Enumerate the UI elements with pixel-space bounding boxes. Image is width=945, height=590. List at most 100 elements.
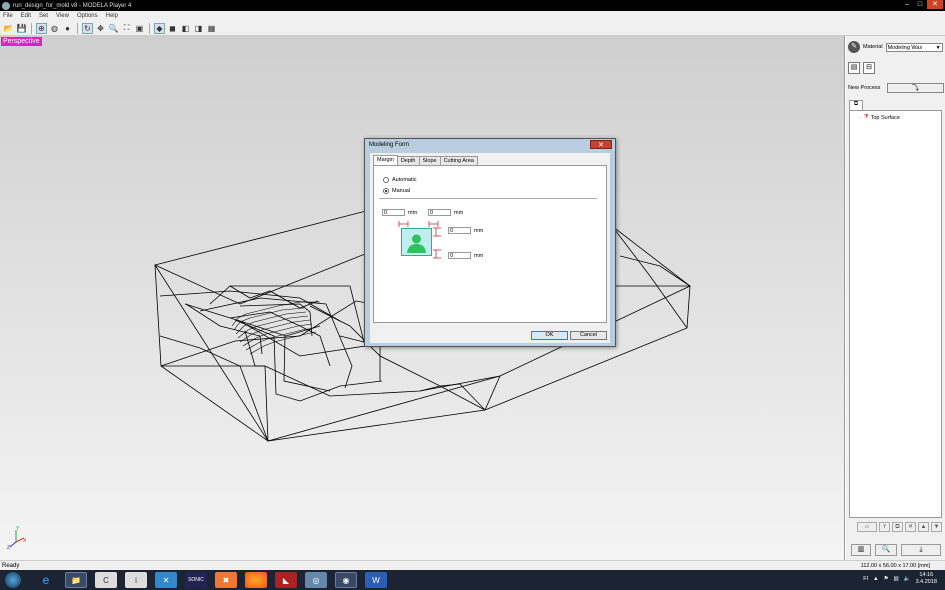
margin-top-unit: mm — [474, 227, 484, 234]
status-text: Ready — [2, 562, 20, 569]
view-back-icon[interactable]: ◨ — [193, 23, 204, 34]
language-indicator[interactable]: FI — [863, 576, 868, 582]
margin-left-input[interactable]: 0 — [382, 209, 405, 216]
radio-automatic[interactable]: Automatic — [383, 177, 416, 183]
tool-icon[interactable]: ⫯ — [879, 522, 890, 532]
globe-icon[interactable]: ◍ — [49, 23, 60, 34]
ie-icon[interactable]: e — [35, 572, 57, 588]
cut-icon[interactable]: ⤓ — [901, 544, 941, 556]
radio-manual[interactable]: Manual — [383, 188, 410, 194]
cancel-button[interactable]: Cancel — [570, 331, 607, 340]
view-side-icon[interactable]: ◧ — [180, 23, 191, 34]
margin-top-input[interactable]: 0 — [448, 227, 471, 234]
margin-right-field: 0 mm — [428, 209, 463, 216]
info-icon[interactable]: i — [125, 572, 147, 588]
edit-process-icon[interactable]: ▱ — [857, 522, 877, 532]
firefox-icon[interactable] — [245, 572, 267, 588]
view-front-icon[interactable]: ◼ — [167, 23, 178, 34]
sonic-icon[interactable]: SONIC — [185, 572, 207, 588]
flag-icon[interactable]: ⚑ — [884, 576, 889, 582]
menu-set[interactable]: Set — [39, 13, 48, 19]
explorer-icon[interactable]: 📁 — [65, 572, 87, 588]
process-list-icon[interactable]: ▤ — [848, 62, 860, 74]
delete-icon[interactable]: ✕ — [905, 522, 916, 532]
preview-icon[interactable]: ▥ — [851, 544, 871, 556]
margin-right-input[interactable]: 0 — [428, 209, 451, 216]
clock-date: 3.4.2018 — [915, 579, 937, 585]
copy-icon[interactable]: ⧉ — [892, 522, 903, 532]
sphere-icon[interactable]: ● — [62, 23, 73, 34]
margin-panel: Automatic Manual 0 mm 0 mm 0 mm 0 mm — [373, 165, 607, 323]
tree-branch-icon: ·· — [858, 114, 862, 121]
menu-view[interactable]: View — [56, 13, 69, 19]
network-icon[interactable]: ▥ — [894, 576, 899, 582]
menu-edit[interactable]: Edit — [21, 13, 31, 19]
tab-cutting-area[interactable]: Cutting Area — [439, 156, 478, 165]
process-icon: ⧩ — [863, 114, 869, 120]
app-blue-icon[interactable]: ✕ — [155, 572, 177, 588]
maximize-button[interactable]: □ — [914, 0, 926, 9]
volume-icon[interactable]: 🔈 — [904, 576, 911, 582]
margin-bottom-field: 0 mm — [448, 252, 483, 259]
view-iso-icon[interactable]: ◆ — [154, 22, 165, 34]
menu-file[interactable]: File — [3, 13, 13, 19]
model-dimensions: 112.00 x 56.00 x 17.00 [mm] — [860, 562, 930, 569]
cad-icon[interactable]: ◣ — [275, 572, 297, 588]
fit-icon[interactable]: ⛶ — [121, 23, 132, 34]
dialog-title: Modeling Form — [369, 142, 410, 148]
view-all-icon[interactable]: ⊕ — [36, 22, 47, 34]
ok-button[interactable]: OK — [531, 331, 568, 340]
window-title: run_design_for_mold v8 - MODELA Player 4 — [13, 2, 132, 9]
zoom-box-icon[interactable]: ▣ — [134, 23, 145, 34]
tab-depth[interactable]: Depth — [396, 156, 420, 165]
material-row: ✎ Material Modeling Wax ▼ — [848, 41, 943, 53]
margin-bottom-input[interactable]: 0 — [448, 252, 471, 259]
toolbar-separator — [77, 22, 78, 34]
view-grid-icon[interactable]: ▦ — [206, 23, 217, 34]
axis-indicator: Y X Z — [7, 526, 27, 549]
zoom-icon[interactable]: 🔍 — [108, 23, 119, 34]
simulate-icon[interactable]: 🔍 — [875, 544, 897, 556]
tree-item-label: Top Surface — [870, 114, 900, 121]
material-settings-icon[interactable]: ✎ — [848, 41, 860, 53]
process-tree-tab[interactable]: ⧉ — [849, 100, 863, 110]
dialog-tabs: Margin Depth Slope Cutting Area — [373, 155, 478, 165]
move-down-icon[interactable]: ▼ — [931, 522, 942, 532]
rotate-icon[interactable]: ↻ — [82, 22, 93, 34]
svg-text:Z: Z — [7, 545, 10, 549]
close-button[interactable]: ✕ — [927, 0, 943, 9]
material-select[interactable]: Modeling Wax ▼ — [885, 42, 943, 52]
svg-text:X: X — [23, 538, 27, 544]
menu-help[interactable]: Help — [106, 13, 118, 19]
process-save-icon[interactable]: ⊟ — [863, 62, 875, 74]
clock[interactable]: 14:16 3.4.2018 — [916, 572, 937, 586]
new-process-button[interactable]: ⤵ — [887, 83, 944, 93]
cutting-tool-icon: ⤵ — [912, 85, 919, 92]
app-window: run_design_for_mold v8 - MODELA Player 4… — [0, 0, 945, 590]
tab-slope[interactable]: Slope — [418, 156, 441, 165]
margin-preview-image — [401, 228, 432, 256]
word-icon[interactable]: W — [365, 572, 387, 588]
move-up-icon[interactable]: ▲ — [918, 522, 929, 532]
system-tray: FI ▲ ⚑ ▥ 🔈 14:16 3.4.2018 — [863, 572, 937, 586]
modeling-form-dialog: Modeling Form ✕ Margin Depth Slope Cutti… — [364, 138, 616, 347]
dialog-close-button[interactable]: ✕ — [590, 140, 612, 149]
start-button[interactable] — [5, 572, 21, 588]
minimize-button[interactable]: – — [901, 0, 913, 9]
preview-model-icon — [405, 231, 428, 253]
xampp-icon[interactable]: ✖ — [215, 572, 237, 588]
pan-icon[interactable]: ✥ — [95, 23, 106, 34]
tray-chevron-icon[interactable]: ▲ — [873, 576, 878, 582]
modela-icon[interactable]: ◎ — [305, 572, 327, 588]
save-icon[interactable]: 💾 — [16, 23, 27, 34]
chrome-icon[interactable]: ◉ — [335, 572, 357, 588]
tab-margin[interactable]: Margin — [373, 155, 398, 165]
window-controls: – □ ✕ — [901, 0, 943, 9]
tree-item-top-surface[interactable]: ·· ⧩ Top Surface — [858, 114, 900, 121]
margin-left-unit: mm — [408, 209, 418, 216]
divider — [379, 198, 597, 199]
new-process-row: New Process ⤵ — [848, 83, 944, 93]
menu-options[interactable]: Options — [77, 13, 98, 19]
open-icon[interactable]: 📂 — [3, 23, 14, 34]
ccleaner-icon[interactable]: C — [95, 572, 117, 588]
